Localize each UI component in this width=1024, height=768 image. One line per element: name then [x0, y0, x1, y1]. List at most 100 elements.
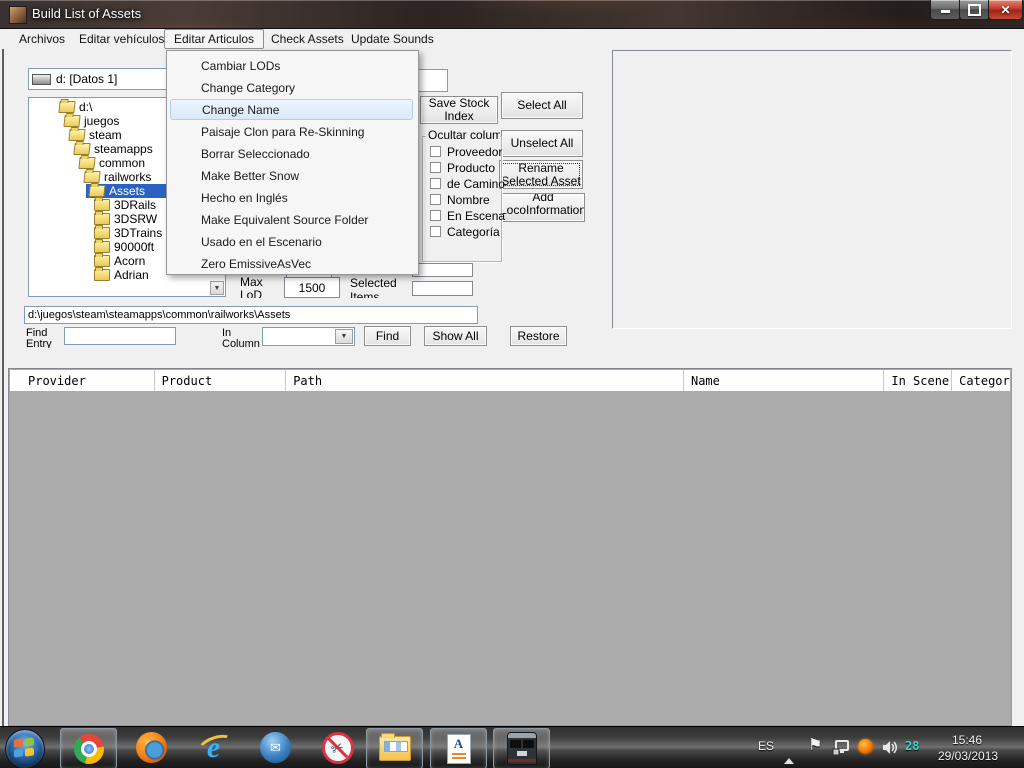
max-lod-value-box[interactable]: 1500 [284, 277, 340, 298]
checkbox-en-escena[interactable]: En Escena [430, 210, 441, 224]
menu-item-usado-en-escenario[interactable]: Usado en el Escenario [170, 231, 413, 253]
taskbar-firefox[interactable] [124, 728, 179, 767]
menu-item-change-name[interactable]: Change Name [170, 99, 413, 120]
table-body[interactable] [10, 391, 1010, 724]
chevron-down-icon[interactable]: ▼ [335, 329, 353, 344]
checkbox-icon[interactable] [430, 162, 441, 173]
drive-icon [32, 74, 51, 85]
column-header-in-scene[interactable]: In Scene [884, 370, 952, 391]
start-button[interactable] [5, 729, 45, 768]
menu-item-zero-emissiveasvec[interactable]: Zero EmissiveAsVec [170, 253, 413, 275]
column-header-provider[interactable]: Provider [10, 370, 155, 391]
folder-icon [94, 241, 110, 253]
menu-item-make-better-snow[interactable]: Make Better Snow [170, 165, 413, 187]
clock-time[interactable]: 15:46 [952, 733, 982, 747]
folder-icon [94, 269, 110, 281]
tray-expand-button[interactable] [784, 744, 794, 758]
checkbox-icon[interactable] [430, 226, 441, 237]
find-entry-input[interactable] [64, 327, 176, 345]
checkbox-producto[interactable]: Producto [430, 162, 441, 176]
column-header-product[interactable]: Product [155, 370, 287, 391]
taskbar-thunderbird[interactable]: ✉ [248, 728, 303, 767]
tree-item[interactable]: steamapps [31, 142, 153, 156]
editar-articulos-menu: Cambiar LODs Change Category Change Name… [166, 50, 419, 275]
checkbox-icon[interactable] [430, 194, 441, 205]
language-indicator[interactable]: ES [758, 739, 774, 753]
menu-editar-vehiculos[interactable]: Editar vehículos [70, 29, 173, 48]
minimize-icon [941, 10, 950, 13]
close-button[interactable]: ✕ [988, 0, 1023, 20]
menu-item-hecho-en-ingles[interactable]: Hecho en Inglés [170, 187, 413, 209]
checkbox-de-camino[interactable]: de Camino [430, 178, 441, 192]
menu-update-sounds[interactable]: Update Sounds [342, 29, 443, 48]
taskbar-windows-explorer[interactable] [366, 728, 423, 768]
tree-item[interactable]: railworks [31, 170, 151, 184]
show-all-button[interactable]: Show All [424, 326, 487, 346]
tree-item[interactable]: Acorn [31, 254, 145, 268]
column-select[interactable]: ▼ [262, 327, 355, 346]
menu-item-make-equivalent-source[interactable]: Make Equivalent Source Folder [170, 209, 413, 231]
clock-date[interactable]: 29/03/2013 [938, 749, 998, 763]
restore-button[interactable]: Restore [510, 326, 567, 346]
menu-item-cambiar-lods[interactable]: Cambiar LODs [170, 55, 413, 77]
rename-selected-asset-button[interactable]: RenameSelected Asset [499, 160, 583, 189]
checkbox-icon[interactable] [430, 146, 441, 157]
antivirus-tray-icon[interactable] [858, 739, 873, 754]
column-header-category[interactable]: Category [952, 370, 1010, 391]
tree-item[interactable]: 3DRails [31, 198, 156, 212]
temperature-tray-icon[interactable]: 28 [905, 739, 919, 753]
tree-item[interactable]: 3DTrains [31, 226, 162, 240]
asset-table[interactable]: Provider Product Path Name In Scene Cate… [8, 368, 1012, 726]
thunderbird-icon: ✉ [260, 732, 291, 763]
menu-item-change-category[interactable]: Change Category [170, 77, 413, 99]
unselect-all-button[interactable]: Unselect All [501, 130, 583, 157]
menu-item-borrar-seleccionado[interactable]: Borrar Seleccionado [170, 143, 413, 165]
path-input[interactable] [24, 306, 478, 324]
folder-icon [379, 736, 411, 761]
tree-item[interactable]: 3DSRW [31, 212, 157, 226]
action-center-flag-icon[interactable]: ⚑ [808, 735, 822, 755]
column-header-path[interactable]: Path [286, 370, 684, 391]
taskbar-snipping-tool[interactable]: ✂ [310, 728, 365, 767]
tree-scroll-down-button[interactable]: ▼ [210, 281, 224, 295]
folder-icon [94, 227, 110, 239]
close-icon: ✕ [1000, 3, 1010, 17]
titlebar[interactable]: Build List of Assets ✕ [0, 0, 1024, 29]
checkbox-icon[interactable] [430, 178, 441, 189]
tree-item[interactable]: steam [31, 128, 122, 142]
taskbar-internet-explorer[interactable]: e [186, 728, 241, 767]
tree-item[interactable]: juegos [31, 114, 119, 128]
select-all-button[interactable]: Select All [501, 92, 583, 119]
tree-item-selected[interactable]: Assets [31, 184, 145, 198]
checkbox-icon[interactable] [430, 210, 441, 221]
elements-value-box-2[interactable] [412, 281, 473, 296]
checkbox-categoria[interactable]: Categoría [430, 226, 441, 240]
elements-value-box-1[interactable] [412, 263, 473, 277]
network-icon[interactable] [832, 740, 850, 759]
taskbar-railworks[interactable] [493, 728, 550, 768]
chrome-icon [74, 734, 104, 764]
minimize-button[interactable] [930, 0, 961, 20]
folder-icon [94, 199, 110, 211]
save-stock-index-button[interactable]: Save StockIndex [420, 96, 498, 124]
add-locoinformation-button[interactable]: AddLocoInformation [501, 193, 585, 222]
taskbar-chrome[interactable] [60, 728, 117, 768]
max-lod-label: MaxLoD [240, 276, 274, 298]
taskbar-wordpad[interactable]: A [430, 728, 487, 768]
volume-icon[interactable] [882, 740, 900, 758]
checkbox-proveedor[interactable]: Proveedor [430, 146, 441, 160]
menu-item-paisaje-clon[interactable]: Paisaje Clon para Re-Skinning [170, 121, 413, 143]
column-header-name[interactable]: Name [684, 370, 884, 391]
tree-item[interactable]: 90000ft [31, 240, 154, 254]
tree-item[interactable]: d:\ [31, 100, 92, 114]
find-button[interactable]: Find [364, 326, 411, 346]
menu-archivos[interactable]: Archivos [10, 29, 74, 48]
folder-icon [94, 255, 110, 267]
tree-item[interactable]: Adrian [31, 268, 149, 282]
tree-item[interactable]: common [31, 156, 145, 170]
menu-check-assets[interactable]: Check Assets [262, 29, 353, 48]
selected-items-label: SelectedItems [350, 276, 408, 298]
maximize-button[interactable] [959, 0, 990, 20]
menu-editar-articulos[interactable]: Editar Articulos [164, 29, 264, 49]
checkbox-nombre[interactable]: Nombre [430, 194, 441, 208]
